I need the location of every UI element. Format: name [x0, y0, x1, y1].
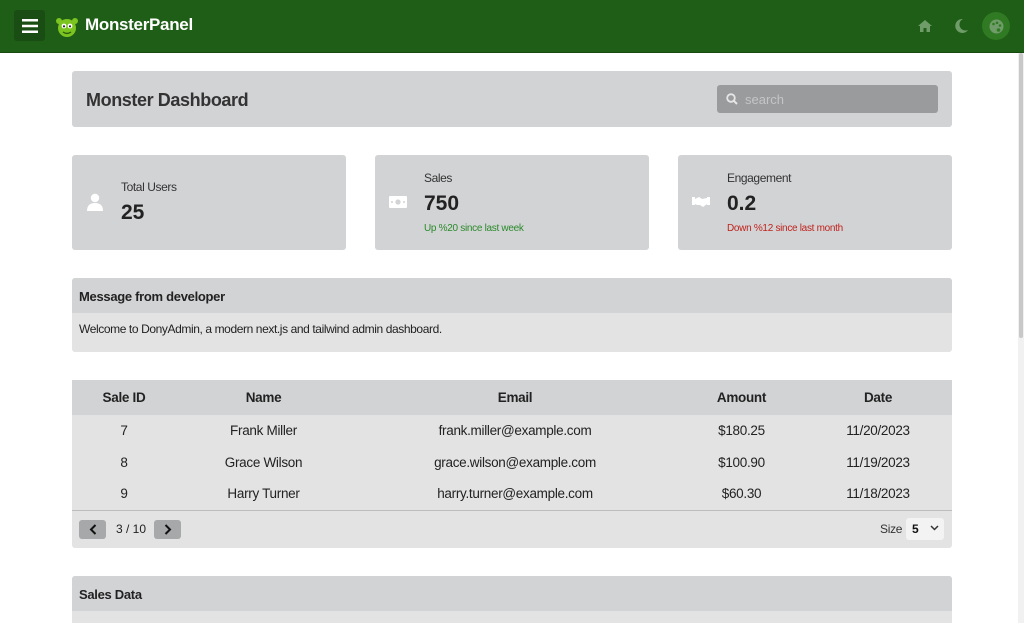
search-icon	[726, 93, 738, 105]
page-scrollbar[interactable]	[1018, 53, 1024, 623]
cell-date: 11/20/2023	[846, 423, 910, 439]
next-page-button[interactable]	[154, 520, 181, 539]
cell-email: grace.wilson@example.com	[434, 454, 596, 470]
chevron-right-icon	[164, 524, 171, 535]
cell-sale-id: 8	[120, 454, 128, 470]
cell-name: Grace Wilson	[224, 454, 303, 470]
cell-date: 11/18/2023	[846, 486, 910, 502]
stat-trend-up: Up %20 since last week	[424, 223, 524, 234]
dark-mode-toggle[interactable]	[948, 13, 974, 39]
page-indicator: 3 / 10	[116, 522, 147, 536]
sales-data-panel: Sales Data	[72, 576, 952, 623]
sales-table-panel: Sale ID Name Email Amount Date 7 Frank M…	[72, 380, 952, 548]
cell-amount: $100.90	[718, 454, 765, 470]
column-header[interactable]: Sale ID	[72, 380, 176, 415]
money-icon	[389, 193, 407, 211]
theme-button[interactable]	[982, 12, 1010, 40]
developer-message: Message from developer Welcome to DonyAd…	[72, 278, 952, 352]
cell-amount: $60.30	[721, 486, 762, 502]
sales-data-title: Sales Data	[72, 576, 952, 611]
menu-button[interactable]	[14, 10, 45, 41]
home-button[interactable]	[912, 13, 938, 39]
prev-page-button[interactable]	[79, 520, 106, 539]
dashboard-header: Monster Dashboard	[72, 71, 952, 127]
stat-label: Sales	[424, 171, 453, 185]
page-size-value: 5	[912, 522, 919, 536]
stat-value: 750	[424, 192, 460, 215]
message-body: Welcome to DonyAdmin, a modern next.js a…	[79, 322, 442, 336]
scrollbar-thumb[interactable]	[1019, 53, 1023, 338]
search-box[interactable]	[717, 85, 938, 113]
column-header[interactable]: Date	[804, 380, 952, 415]
page-title: Monster Dashboard	[86, 90, 249, 110]
search-input[interactable]	[745, 89, 930, 109]
brand-name[interactable]: MonsterPanel	[85, 15, 193, 35]
chevron-left-icon	[89, 524, 96, 535]
chevron-down-icon	[930, 525, 939, 531]
top-navbar: MonsterPanel	[0, 0, 1024, 53]
handshake-icon	[692, 193, 710, 211]
pagination-bar: 3 / 10 Size 5	[72, 510, 952, 548]
cell-sale-id: 9	[120, 486, 128, 502]
cell-name: Harry Turner	[227, 486, 300, 502]
home-icon	[918, 20, 932, 32]
column-header[interactable]: Amount	[679, 380, 804, 415]
cell-sale-id: 7	[120, 423, 128, 439]
stat-card-sales: Sales 750 Up %20 since last week	[375, 155, 649, 250]
cell-email: harry.turner@example.com	[437, 486, 593, 502]
cell-email: frank.miller@example.com	[438, 423, 592, 439]
stat-trend-down: Down %12 since last month	[727, 223, 843, 234]
sales-table: Sale ID Name Email Amount Date 7 Frank M…	[72, 380, 952, 510]
stat-value: 25	[121, 201, 145, 224]
table-row[interactable]: 8 Grace Wilson grace.wilson@example.com …	[72, 447, 952, 479]
monster-logo	[56, 18, 78, 37]
cell-name: Frank Miller	[230, 423, 297, 439]
column-header[interactable]: Name	[176, 380, 351, 415]
menu-icon	[21, 18, 38, 33]
stat-label: Total Users	[121, 180, 177, 194]
stat-value: 0.2	[727, 192, 757, 215]
table-header-row: Sale ID Name Email Amount Date	[72, 380, 952, 415]
message-title: Message from developer	[72, 278, 952, 313]
table-row[interactable]: 7 Frank Miller frank.miller@example.com …	[72, 415, 952, 447]
stat-card-engagement: Engagement 0.2 Down %12 since last month	[678, 155, 952, 250]
page-size-label: Size	[880, 522, 903, 536]
palette-icon	[989, 19, 1003, 33]
moon-icon	[954, 19, 968, 33]
stat-label: Engagement	[727, 171, 792, 185]
cell-amount: $180.25	[718, 423, 765, 439]
user-icon	[86, 193, 104, 211]
page-size-select[interactable]: 5	[906, 518, 944, 540]
cell-date: 11/19/2023	[846, 454, 910, 470]
stat-card-total-users: Total Users 25	[72, 155, 346, 250]
table-row[interactable]: 9 Harry Turner harry.turner@example.com …	[72, 478, 952, 510]
column-header[interactable]: Email	[351, 380, 679, 415]
